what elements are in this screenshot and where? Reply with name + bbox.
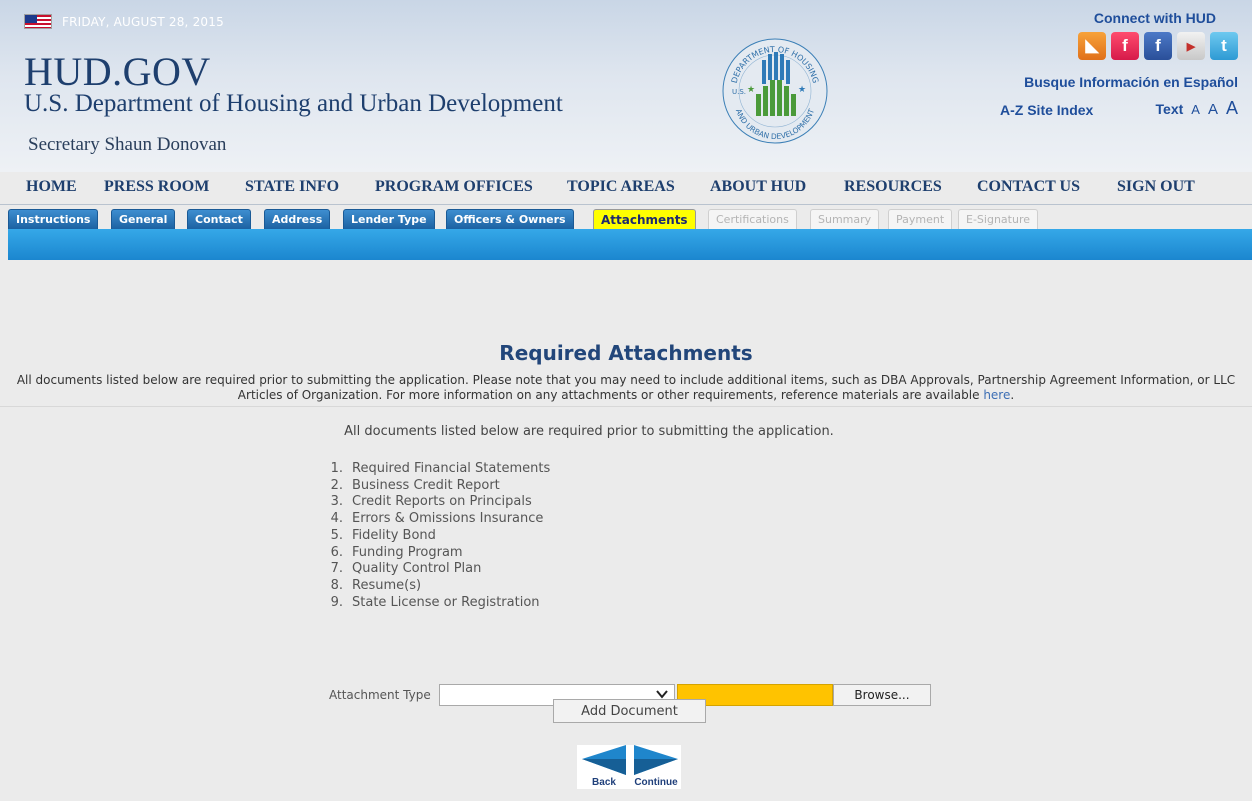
- list-item: 1. Required Financial Statements: [330, 461, 551, 476]
- nav-home[interactable]: HOME: [26, 178, 77, 196]
- documents-subtitle: All documents listed below are required …: [344, 424, 834, 439]
- required-documents-list: 1. Required Financial Statements 2. Busine…: [328, 461, 551, 611]
- hud-seal-logo: DEPARTMENT OF HOUSING AND URBAN DEVELOPM…: [722, 38, 828, 144]
- az-site-index-link[interactable]: A-Z Site Index: [1000, 102, 1093, 118]
- tab-attachments[interactable]: Attachments: [593, 209, 696, 230]
- intro-text: All documents listed below are required …: [0, 373, 1252, 403]
- rss-icon[interactable]: ◣: [1078, 32, 1106, 60]
- text-size-large[interactable]: A: [1226, 98, 1238, 119]
- facebook-icon[interactable]: f: [1111, 32, 1139, 60]
- tab-address[interactable]: Address: [264, 209, 331, 230]
- date-bar: FRIDAY, AUGUST 28, 2015: [24, 14, 224, 29]
- spanish-link[interactable]: Busque Información en Español: [1024, 74, 1238, 90]
- list-item: 2. Business Credit Report: [330, 477, 500, 493]
- youtube-icon[interactable]: ▶: [1177, 32, 1205, 60]
- nav-contact-us[interactable]: CONTACT US: [977, 178, 1080, 196]
- department-name: U.S. Department of Housing and Urban Dev…: [24, 90, 563, 117]
- text-size-small[interactable]: A: [1191, 102, 1200, 117]
- twitter-icon[interactable]: t: [1210, 32, 1238, 60]
- nav-state-info[interactable]: STATE INFO: [245, 178, 339, 196]
- nav-resources[interactable]: RESOURCES: [844, 178, 942, 196]
- facebook-icon[interactable]: f: [1144, 32, 1172, 60]
- continue-button[interactable]: Continue: [631, 745, 681, 789]
- nav-program-offices[interactable]: PROGRAM OFFICES: [375, 178, 533, 196]
- tab-certifications: Certifications: [708, 209, 797, 230]
- list-item: 8. Resume(s): [330, 577, 422, 593]
- svg-text:★: ★: [798, 85, 806, 95]
- tab-general[interactable]: General: [111, 209, 176, 230]
- list-item: 3. Credit Reports on Principals: [330, 494, 532, 510]
- tab-e-signature: E-Signature: [958, 209, 1038, 230]
- secretary-name: Secretary Shaun Donovan: [28, 134, 227, 155]
- section-divider: [0, 406, 1252, 407]
- list-item: 4. Errors & Omissions Insurance: [330, 511, 544, 527]
- nav-divider: [0, 204, 1252, 205]
- back-arrow-icon: [582, 745, 626, 775]
- continue-arrow-icon: [634, 745, 678, 775]
- back-label: Back: [592, 777, 616, 788]
- tab-instructions[interactable]: Instructions: [8, 209, 99, 230]
- svg-text:U.S.: U.S.: [732, 88, 746, 96]
- reference-materials-link[interactable]: here: [983, 388, 1010, 402]
- tab-lender-type[interactable]: Lender Type: [343, 209, 435, 230]
- connect-with-hud-heading: Connect with HUD: [1093, 10, 1216, 26]
- text-size-medium[interactable]: A: [1208, 101, 1218, 118]
- list-item: 6. Funding Program: [330, 544, 463, 560]
- tab-officers-owners[interactable]: Officers & Owners: [446, 209, 574, 230]
- tab-summary: Summary: [810, 209, 880, 230]
- add-document-button[interactable]: Add Document: [553, 699, 706, 723]
- nav-press-room[interactable]: PRESS ROOM: [104, 178, 209, 196]
- continue-label: Continue: [634, 777, 678, 788]
- list-item: 9. State License or Registration: [330, 594, 540, 610]
- date-text: FRIDAY, AUGUST 28, 2015: [62, 14, 224, 29]
- text-size-controls: Text A A A: [1156, 98, 1238, 119]
- tab-payment: Payment: [888, 209, 953, 230]
- attachment-type-label: Attachment Type: [329, 688, 431, 702]
- nav-topic-areas[interactable]: TOPIC AREAS: [567, 178, 675, 196]
- wizard-nav-buttons: Back Continue: [577, 745, 681, 789]
- site-logo-text[interactable]: HUD.GOV: [24, 48, 211, 95]
- intro-end: .: [1010, 388, 1015, 402]
- text-size-label: Text: [1155, 101, 1184, 117]
- social-icons: ◣ f f ▶ t: [1078, 32, 1238, 60]
- intro-body: All documents listed below are required …: [16, 373, 1236, 402]
- nav-about-hud[interactable]: ABOUT HUD: [710, 178, 806, 196]
- us-flag-icon: [24, 14, 52, 29]
- back-button[interactable]: Back: [579, 745, 629, 789]
- list-item: 7. Quality Control Plan: [330, 561, 482, 577]
- site-header: FRIDAY, AUGUST 28, 2015 HUD.GOV U.S. Dep…: [0, 0, 1252, 172]
- tab-contact[interactable]: Contact: [187, 209, 251, 230]
- svg-text:★: ★: [747, 85, 755, 95]
- tab-content-bar: [8, 229, 1252, 260]
- page-title: Required Attachments: [499, 341, 753, 365]
- nav-sign-out[interactable]: SIGN OUT: [1117, 178, 1195, 196]
- list-item: 5. Fidelity Bond: [330, 527, 436, 543]
- browse-button[interactable]: Browse...: [833, 684, 931, 706]
